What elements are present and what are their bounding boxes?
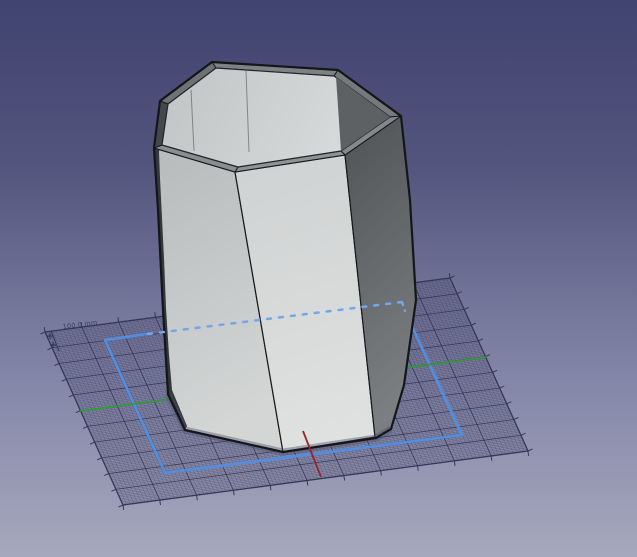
3d-viewport[interactable]: 100.0 mm xyxy=(0,0,637,557)
model-octagonal-vessel[interactable] xyxy=(152,60,418,456)
3d-scene[interactable]: 100.0 mm xyxy=(0,0,637,557)
